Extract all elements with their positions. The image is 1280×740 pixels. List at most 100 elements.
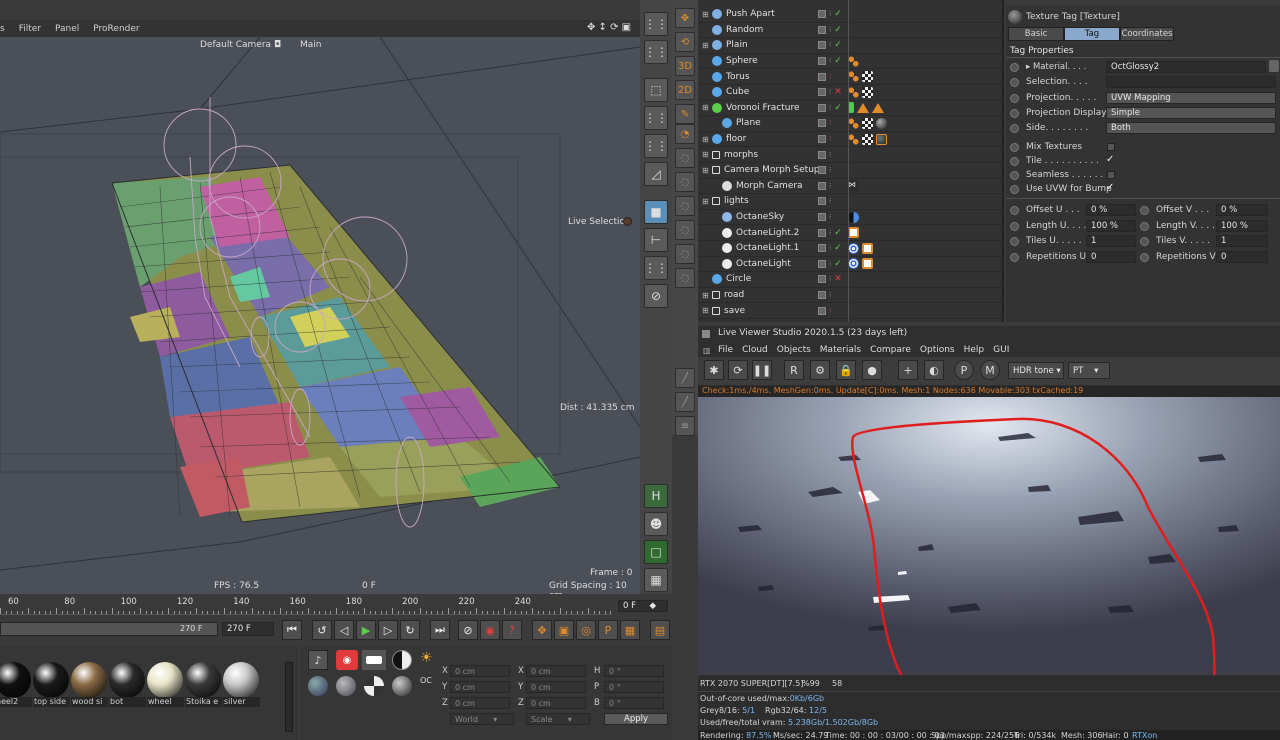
goto-start-icon[interactable]: ⏮: [282, 620, 302, 640]
mix-textures-checkbox[interactable]: [1107, 143, 1115, 151]
scale-tool-icon[interactable]: ⟲: [675, 32, 695, 52]
layer-box-icon[interactable]: [818, 119, 826, 128]
length-v-field[interactable]: 100 %: [1216, 220, 1268, 232]
light-tag-icon[interactable]: [862, 258, 873, 270]
spline-tool-icon[interactable]: ╱: [675, 392, 695, 412]
object-row[interactable]: ⊞ Push Apart ⁝ ✓: [698, 7, 1004, 23]
tab-coordinates[interactable]: Coordinates: [1120, 27, 1174, 41]
next-frame-icon[interactable]: ▷: [378, 620, 398, 640]
side-anim-dot[interactable]: [1010, 124, 1019, 133]
size-z-field[interactable]: 0 cm: [526, 697, 586, 709]
layer-box-icon[interactable]: [818, 41, 826, 50]
cluster-tag-icon[interactable]: [848, 71, 859, 83]
uvw-bump-anim-dot[interactable]: [1010, 185, 1019, 194]
object-flags[interactable]: ⁝: [818, 179, 848, 194]
pos-y-field[interactable]: 0 cm: [450, 681, 510, 693]
enabled-check-icon[interactable]: ✓: [834, 56, 842, 66]
hdr-tone-select[interactable]: HDR tone ▾: [1008, 362, 1064, 379]
enabled-check-icon[interactable]: ✓: [834, 103, 842, 113]
extra-tool-6-icon[interactable]: ◌: [675, 268, 695, 288]
object-row[interactable]: Random ⁝ ✓: [698, 23, 1004, 39]
offset-u-field[interactable]: 0 %: [1086, 204, 1136, 216]
prev-key-icon[interactable]: ↺: [312, 620, 332, 640]
enabled-check-icon[interactable]: ✓: [834, 228, 842, 238]
visibility-dots-icon[interactable]: ⁝: [829, 213, 831, 221]
material-label[interactable]: silver: [223, 697, 260, 707]
skull-icon[interactable]: ☻: [644, 512, 668, 536]
tile-anim-dot[interactable]: [1010, 157, 1019, 166]
object-row[interactable]: ⊞ Voronoi Fracture ⁝ ✓: [698, 101, 1004, 117]
octane-tool-icon[interactable]: ♪: [308, 650, 328, 670]
no-entry-icon[interactable]: ⊘: [644, 284, 668, 308]
object-row[interactable]: Morph Camera ⁝ ⋈: [698, 179, 1004, 195]
material-picker-icon[interactable]: [1269, 60, 1279, 72]
object-flags[interactable]: ⁝ ✓: [818, 23, 848, 38]
record-icon[interactable]: ◉: [480, 620, 500, 640]
lock-icon[interactable]: 🔒: [836, 360, 856, 380]
visibility-dots-icon[interactable]: ⁝: [829, 88, 831, 96]
visibility-dots-icon[interactable]: ⁝: [829, 260, 831, 268]
extra-tool-2-icon[interactable]: ◌: [675, 172, 695, 192]
pick-material-icon[interactable]: M: [980, 360, 1000, 380]
cluster-tag-icon[interactable]: [848, 86, 859, 98]
layer-box-icon[interactable]: [818, 88, 826, 97]
layer-box-icon[interactable]: [818, 259, 826, 268]
octane-daylight-icon[interactable]: ☀: [420, 650, 433, 666]
material-swatch[interactable]: [147, 662, 183, 698]
current-frame-field[interactable]: 0 F ◆: [618, 600, 668, 612]
restart-render-icon[interactable]: ⟳: [728, 360, 748, 380]
2d-mode-icon[interactable]: 2D: [675, 80, 695, 100]
key-rotate-icon[interactable]: ◎: [576, 620, 596, 640]
paint-tool-icon[interactable]: ✎: [675, 104, 695, 124]
lv-menu-cloud[interactable]: Cloud: [742, 345, 768, 355]
snap-tool-icon[interactable]: ⋮⋮: [644, 256, 668, 280]
frame-select-icon[interactable]: □: [644, 540, 668, 564]
rot-h-field[interactable]: 0 °: [604, 665, 664, 677]
material-label[interactable]: wood si: [71, 697, 108, 707]
visibility-dots-icon[interactable]: ⁝: [829, 229, 831, 237]
projection-select[interactable]: UVW Mapping: [1106, 92, 1276, 104]
viewport-menu-item[interactable]: ProRender: [93, 24, 139, 34]
object-flags[interactable]: ⁝: [818, 163, 848, 178]
object-flags[interactable]: ⁝: [818, 116, 848, 131]
object-row[interactable]: OctaneLight ⁝ ✓: [698, 257, 1004, 273]
tiles-v-field[interactable]: 1: [1216, 235, 1268, 247]
object-flags[interactable]: ⁝ ✓: [818, 101, 848, 116]
send-scene-icon[interactable]: ✱: [704, 360, 724, 380]
object-flags[interactable]: ⁝: [818, 303, 848, 318]
visibility-dots-icon[interactable]: ⁝: [829, 104, 831, 112]
ha-icon[interactable]: H: [644, 484, 668, 508]
object-row[interactable]: OctaneLight.1 ⁝ ✓: [698, 241, 1004, 257]
points-mode-icon[interactable]: ⬚: [644, 78, 668, 102]
layer-box-icon[interactable]: [818, 10, 826, 19]
enabled-check-icon[interactable]: ✓: [834, 259, 842, 269]
lv-menu-help[interactable]: Help: [964, 345, 985, 355]
layer-box-icon[interactable]: [818, 150, 826, 159]
visibility-dots-icon[interactable]: ⁝: [829, 166, 831, 174]
viewport-menu-item[interactable]: Panel: [55, 24, 79, 34]
offset-v-field[interactable]: 0 %: [1216, 204, 1268, 216]
pause-render-icon[interactable]: ❚❚: [752, 360, 772, 380]
material-swatch[interactable]: [185, 662, 221, 698]
projection-display-select[interactable]: Simple: [1106, 107, 1276, 119]
clock-tool-icon[interactable]: ◔: [675, 124, 695, 144]
tiles-u-anim-dot[interactable]: [1010, 237, 1019, 246]
kernel-select[interactable]: PT ▾: [1068, 362, 1110, 379]
octane-sky-icon[interactable]: [392, 650, 412, 670]
length-u-anim-dot[interactable]: [1010, 222, 1019, 231]
selection-anim-dot[interactable]: [1010, 78, 1019, 87]
visibility-dots-icon[interactable]: ⁝: [829, 10, 831, 18]
3d-viewport[interactable]: Default Camera ◘ Main Live Selection Dis…: [0, 37, 640, 594]
lv-menu-compare[interactable]: Compare: [870, 345, 911, 355]
object-flags[interactable]: ⁝: [818, 194, 848, 209]
expand-toggle-icon[interactable]: ⊞: [702, 197, 709, 206]
visibility-dots-icon[interactable]: ⁝: [829, 119, 831, 127]
apply-button[interactable]: Apply: [604, 713, 668, 725]
texture-tag-icon[interactable]: [862, 133, 873, 145]
visibility-dots-icon[interactable]: ⁝: [829, 151, 831, 159]
tiles-u-field[interactable]: 1: [1086, 235, 1136, 247]
sky-tag-icon[interactable]: [848, 211, 859, 223]
rot-b-field[interactable]: 0 °: [604, 697, 664, 709]
world-select[interactable]: World ▾: [450, 713, 514, 725]
visibility-dots-icon[interactable]: ⁝: [829, 182, 831, 190]
